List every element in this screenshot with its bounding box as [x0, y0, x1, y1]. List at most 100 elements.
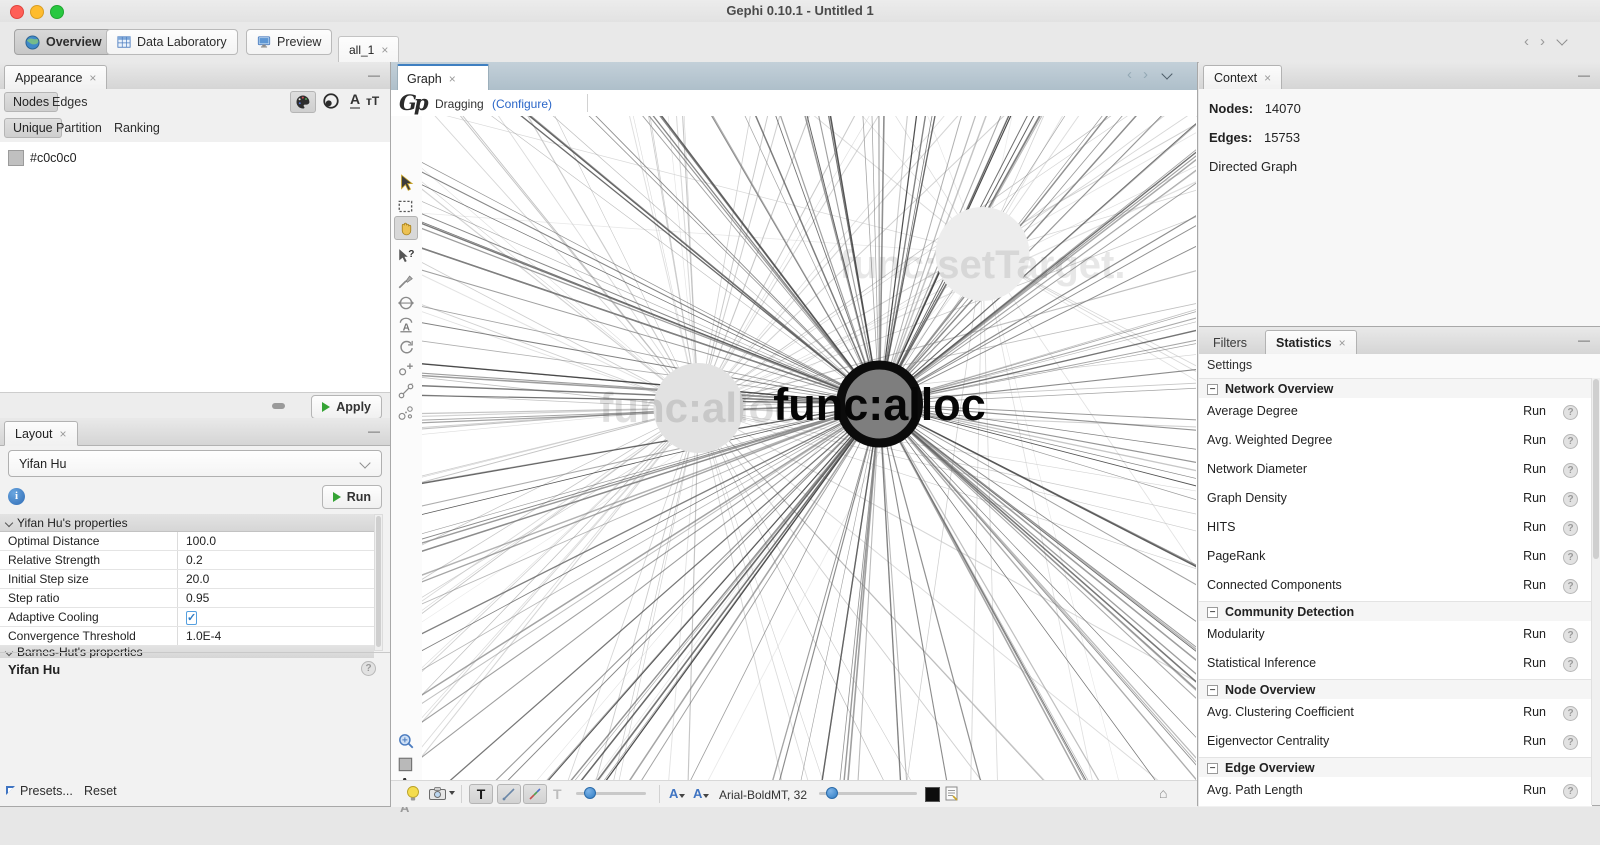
- help-icon[interactable]: ?: [1563, 657, 1578, 672]
- property-value[interactable]: 1.0E-4: [178, 627, 374, 645]
- graph-canvas[interactable]: func:setTarget.func:allocfunc:alloc: [422, 116, 1196, 780]
- layout-run-button[interactable]: Run: [322, 485, 382, 509]
- run-button[interactable]: Run: [1523, 491, 1546, 505]
- workspace-tab[interactable]: all_1 ×: [338, 36, 399, 63]
- help-icon[interactable]: ?: [1563, 434, 1578, 449]
- property-row[interactable]: Optimal Distance 100.0: [0, 532, 374, 551]
- stats-section-community-detection[interactable]: − Community Detection: [1199, 601, 1592, 623]
- label-attributes-icon[interactable]: [945, 786, 959, 802]
- close-icon[interactable]: ×: [1339, 338, 1346, 348]
- run-button[interactable]: Run: [1523, 656, 1546, 670]
- run-button[interactable]: Run: [1523, 783, 1546, 797]
- stats-section-edge-overview[interactable]: − Edge Overview: [1199, 757, 1592, 779]
- close-icon[interactable]: ×: [60, 429, 67, 439]
- context-tab[interactable]: Context ×: [1203, 65, 1282, 90]
- property-row[interactable]: Adaptive Cooling ✓: [0, 608, 374, 627]
- direct-selection-tool-icon[interactable]: [397, 174, 415, 192]
- property-value[interactable]: 0.95: [178, 589, 374, 607]
- decrease-font-button[interactable]: A: [669, 786, 685, 801]
- close-icon[interactable]: ×: [449, 74, 456, 84]
- help-icon[interactable]: ?: [1563, 405, 1578, 420]
- edge-weight-slider[interactable]: [576, 792, 646, 795]
- help-icon[interactable]: ?: [1563, 628, 1578, 643]
- run-button[interactable]: Run: [1523, 627, 1546, 641]
- increase-font-button[interactable]: A: [693, 786, 709, 801]
- presets-button[interactable]: Presets...: [20, 784, 73, 798]
- font-label[interactable]: Arial-BoldMT, 32: [719, 788, 807, 802]
- help-icon[interactable]: ?: [1563, 706, 1578, 721]
- stats-section-network-overview[interactable]: − Network Overview: [1199, 378, 1592, 400]
- minimize-icon[interactable]: —: [368, 424, 380, 438]
- chevron-down-icon[interactable]: [1556, 34, 1567, 45]
- collapse-box-icon[interactable]: −: [1207, 685, 1218, 696]
- table-scrollbar[interactable]: [374, 514, 383, 651]
- splines-icon[interactable]: [272, 402, 286, 410]
- chevron-down-icon[interactable]: [1161, 68, 1172, 79]
- edges-tab[interactable]: Edges: [52, 95, 87, 109]
- settings-button[interactable]: Settings: [1207, 358, 1252, 372]
- help-icon[interactable]: ?: [1563, 492, 1578, 507]
- properties-group-header[interactable]: Yifan Hu's properties: [0, 514, 374, 532]
- expand-panel-icon[interactable]: ⌂: [1159, 785, 1167, 801]
- partition-tab[interactable]: Partition: [56, 121, 102, 135]
- edit-tool-icon[interactable]: ?: [397, 248, 415, 266]
- run-button[interactable]: Run: [1523, 549, 1546, 563]
- run-button[interactable]: Run: [1523, 404, 1546, 418]
- info-icon[interactable]: i: [8, 488, 25, 505]
- slider-knob[interactable]: [584, 787, 596, 799]
- run-button[interactable]: Run: [1523, 734, 1546, 748]
- attribute-painter-tool-icon[interactable]: A: [397, 316, 415, 334]
- property-value[interactable]: 20.0: [178, 570, 374, 588]
- help-icon[interactable]: ?: [361, 661, 376, 676]
- help-icon[interactable]: ?: [1563, 521, 1578, 536]
- run-button[interactable]: Run: [1523, 578, 1546, 592]
- ranking-tab[interactable]: Ranking: [114, 121, 160, 135]
- minimize-icon[interactable]: —: [368, 68, 380, 82]
- help-icon[interactable]: ?: [1563, 784, 1578, 799]
- label-size-mode-button[interactable]: тT: [366, 94, 379, 108]
- nodes-tab[interactable]: Nodes: [4, 92, 58, 112]
- unique-tab[interactable]: Unique: [4, 118, 62, 138]
- label-color-mode-button[interactable]: A: [350, 92, 360, 109]
- shortest-path-tool-icon[interactable]: [397, 338, 415, 356]
- configure-link[interactable]: (Configure): [492, 97, 552, 111]
- minimize-icon[interactable]: —: [1578, 333, 1590, 347]
- statistics-scrollbar[interactable]: [1591, 378, 1600, 805]
- lightbulb-icon[interactable]: [405, 785, 421, 803]
- property-row[interactable]: Initial Step size 20.0: [0, 570, 374, 589]
- node-pencil-tool-icon[interactable]: [397, 360, 415, 378]
- scroll-left-icon[interactable]: ‹: [1524, 33, 1529, 50]
- property-value[interactable]: 100.0: [178, 532, 374, 550]
- property-row[interactable]: Step ratio 0.95: [0, 589, 374, 608]
- collapse-box-icon[interactable]: −: [1207, 384, 1218, 395]
- font-scale-slider[interactable]: [819, 792, 917, 795]
- data-laboratory-button[interactable]: Data Laboratory: [106, 29, 238, 55]
- scroll-right-icon[interactable]: ›: [1540, 33, 1545, 50]
- minimize-icon[interactable]: —: [1578, 68, 1590, 82]
- slider-knob[interactable]: [826, 787, 838, 799]
- center-graph-icon[interactable]: [397, 732, 415, 750]
- help-icon[interactable]: ?: [1563, 579, 1578, 594]
- property-value[interactable]: 0.2: [178, 551, 374, 569]
- show-edges-button[interactable]: [497, 784, 521, 804]
- painter-tool-icon[interactable]: [397, 272, 415, 290]
- unique-color-swatch[interactable]: [8, 150, 24, 166]
- appearance-tab[interactable]: Appearance ×: [4, 65, 107, 90]
- drag-tool-selected[interactable]: [394, 216, 418, 240]
- checkbox-checked[interactable]: ✓: [186, 611, 197, 625]
- run-button[interactable]: Run: [1523, 705, 1546, 719]
- overview-button[interactable]: Overview: [14, 29, 113, 55]
- property-row[interactable]: Relative Strength 0.2: [0, 551, 374, 570]
- run-button[interactable]: Run: [1523, 462, 1546, 476]
- reset-button[interactable]: Reset: [84, 784, 117, 798]
- collapse-box-icon[interactable]: −: [1207, 607, 1218, 618]
- sizer-tool-icon[interactable]: [397, 294, 415, 312]
- apply-button[interactable]: Apply: [311, 395, 382, 419]
- graph-tab[interactable]: Graph ×: [397, 64, 489, 91]
- help-icon[interactable]: ?: [1563, 735, 1578, 750]
- collapse-box-icon[interactable]: −: [1207, 763, 1218, 774]
- layout-algorithm-select[interactable]: Yifan Hu: [8, 450, 382, 477]
- show-edge-labels-button[interactable]: T: [553, 786, 562, 802]
- run-button[interactable]: Run: [1523, 433, 1546, 447]
- filters-tab[interactable]: Filters: [1203, 330, 1257, 355]
